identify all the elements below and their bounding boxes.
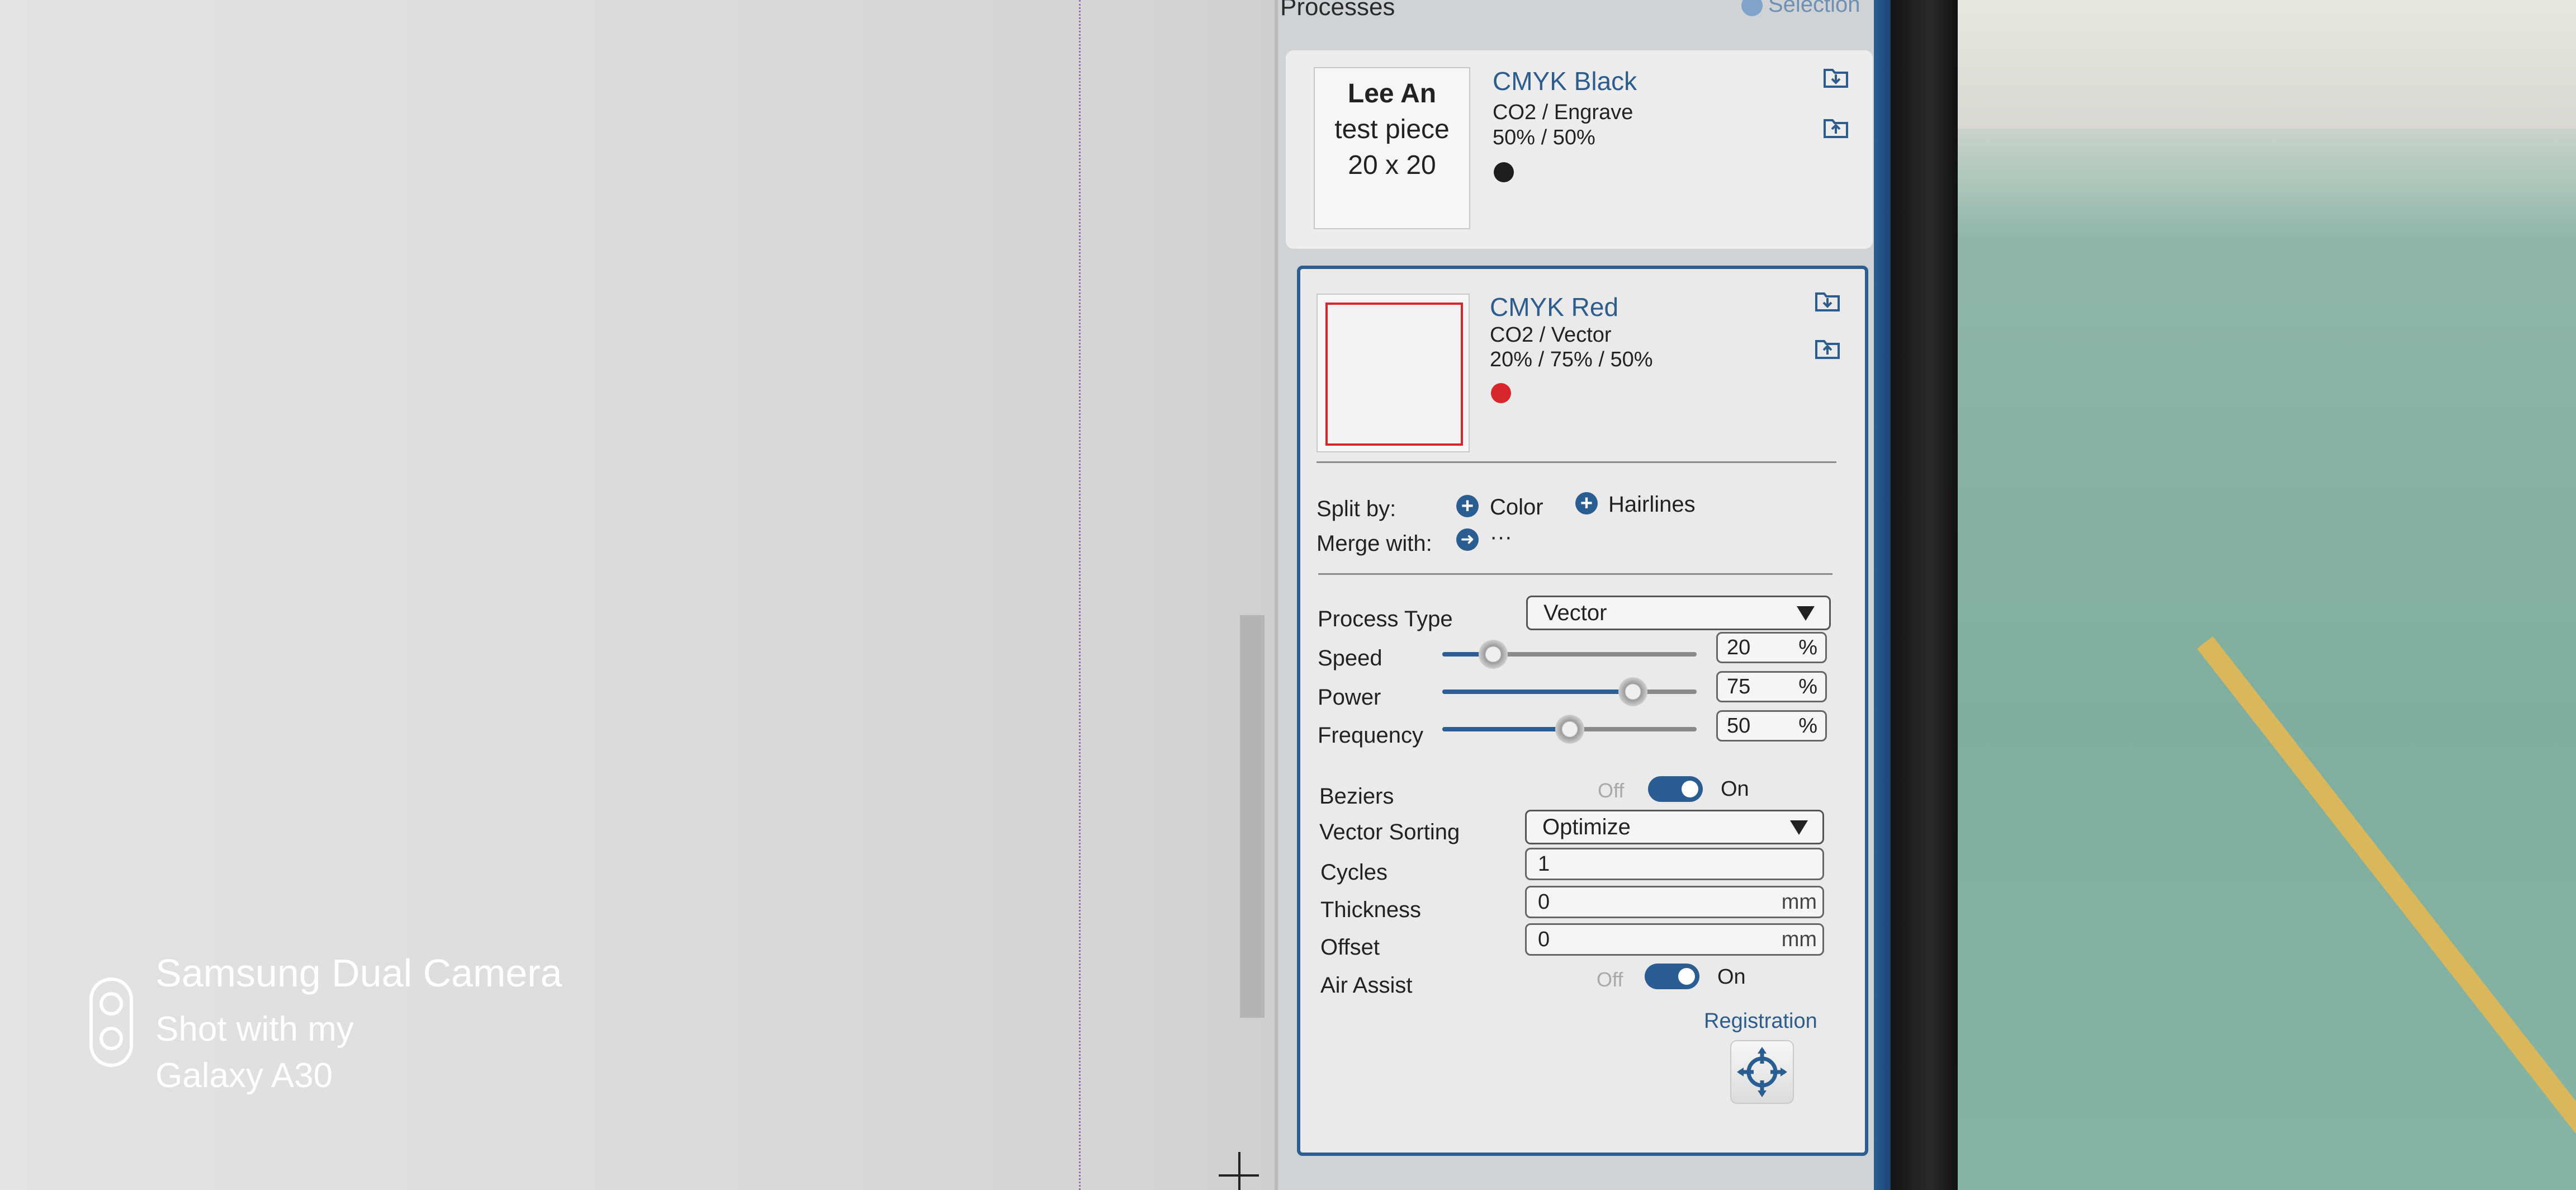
split-color-button[interactable]: Color — [1490, 495, 1543, 520]
toggle-knob — [1682, 781, 1698, 797]
process-name[interactable]: CMYK Red — [1490, 292, 1618, 322]
process-type: CO2 / Engrave — [1493, 101, 1633, 124]
percent-unit: % — [1798, 675, 1817, 698]
slider-fill — [1442, 690, 1633, 694]
power-label: Power — [1318, 685, 1381, 710]
air-assist-on-label[interactable]: On — [1717, 965, 1746, 989]
process-color-dot — [1494, 162, 1514, 182]
thickness-input[interactable]: 0 mm — [1525, 886, 1824, 918]
process-type: CO2 / Vector — [1490, 323, 1612, 347]
cycles-label: Cycles — [1320, 860, 1388, 885]
air-assist-toggle[interactable] — [1645, 964, 1699, 989]
export-process-icon[interactable] — [1822, 115, 1849, 139]
import-process-icon[interactable] — [1822, 64, 1849, 89]
selection-label: Selection — [1768, 0, 1860, 17]
frequency-input[interactable]: 50 % — [1716, 710, 1827, 742]
power-value: 75 — [1727, 675, 1751, 698]
thumbnail-red-square — [1325, 303, 1463, 446]
cursor-crosshair-icon-h — [1219, 1174, 1259, 1177]
camera-lens — [100, 1027, 123, 1050]
registration-label: Registration — [1704, 1009, 1817, 1033]
thickness-value: 0 — [1538, 890, 1550, 914]
slider-thumb[interactable] — [1479, 640, 1508, 669]
slider-fill — [1442, 727, 1570, 731]
beziers-label: Beziers — [1319, 784, 1394, 809]
watermark-line: Galaxy A30 — [155, 1056, 333, 1095]
beziers-off-label[interactable]: Off — [1598, 779, 1624, 802]
panel-title: Processes — [1280, 0, 1395, 21]
caret-down-icon — [1790, 820, 1808, 835]
vector-sorting-label: Vector Sorting — [1319, 820, 1460, 844]
panel-edge — [1874, 0, 1891, 1190]
split-by-label: Split by: — [1317, 497, 1396, 521]
merge-with-label: Merge with: — [1317, 531, 1432, 556]
thumbnail-line: 20 x 20 — [1348, 150, 1436, 180]
process-type-value: Vector — [1543, 601, 1607, 625]
cycles-input[interactable]: 1 — [1525, 848, 1824, 880]
import-process-icon[interactable] — [1814, 288, 1841, 313]
split-hairlines-button[interactable]: Hairlines — [1608, 492, 1696, 517]
power-slider[interactable] — [1442, 677, 1697, 706]
vector-sorting-select[interactable]: Optimize — [1525, 810, 1824, 844]
toggle-knob — [1678, 968, 1695, 985]
registration-button[interactable] — [1730, 1040, 1794, 1104]
process-thumbnail: Lee An test piece 20 x 20 — [1314, 67, 1470, 229]
offset-value: 0 — [1538, 928, 1550, 951]
plus-icon[interactable]: + — [1575, 492, 1598, 514]
export-process-icon[interactable] — [1814, 336, 1841, 360]
frequency-value: 50 — [1727, 714, 1751, 738]
section-divider — [1317, 461, 1836, 463]
percent-unit: % — [1798, 636, 1817, 659]
watermark-title: Samsung Dual Camera — [155, 951, 562, 995]
camera-lens — [100, 992, 123, 1016]
camera-logo-icon — [89, 978, 133, 1067]
frequency-slider[interactable] — [1442, 715, 1697, 744]
monitor-bezel — [1891, 0, 1958, 1190]
process-type-label: Process Type — [1318, 607, 1453, 631]
air-assist-label: Air Assist — [1320, 973, 1413, 998]
frequency-label: Frequency — [1318, 723, 1423, 748]
process-color-dot — [1491, 383, 1511, 403]
page-boundary-line — [1079, 0, 1081, 1190]
speed-value: 20 — [1727, 636, 1751, 659]
beziers-toggle[interactable] — [1648, 776, 1703, 802]
section-divider — [1318, 573, 1832, 575]
watermark-line: Shot with my — [155, 1010, 354, 1049]
cycles-value: 1 — [1538, 852, 1550, 876]
canvas-scrollbar[interactable] — [1240, 615, 1265, 1018]
offset-input[interactable]: 0 mm — [1525, 923, 1824, 956]
plus-icon[interactable]: + — [1456, 495, 1479, 517]
thumbnail-line: test piece — [1334, 115, 1450, 144]
process-settings: 20% / 75% / 50% — [1490, 348, 1653, 371]
speed-input[interactable]: 20 % — [1716, 632, 1827, 663]
thickness-label: Thickness — [1320, 898, 1422, 922]
thumbnail-line: Lee An — [1347, 79, 1437, 108]
slider-thumb[interactable] — [1618, 677, 1648, 706]
vector-sorting-value: Optimize — [1542, 815, 1631, 839]
caret-down-icon — [1797, 606, 1815, 621]
speed-label: Speed — [1318, 646, 1382, 670]
cursor-crosshair-icon — [1238, 1152, 1240, 1190]
beziers-on-label[interactable]: On — [1721, 777, 1749, 801]
speed-slider[interactable] — [1442, 640, 1697, 669]
percent-unit: % — [1798, 714, 1817, 738]
selection-button[interactable]: Selection — [1741, 0, 1860, 17]
process-type-select[interactable]: Vector — [1526, 596, 1831, 630]
process-settings: 50% / 50% — [1493, 126, 1595, 149]
mm-unit: mm — [1781, 928, 1817, 951]
process-name[interactable]: CMYK Black — [1493, 66, 1637, 96]
merge-with-value[interactable]: ··· — [1490, 525, 1512, 550]
room-wall — [1958, 0, 2576, 129]
process-thumbnail — [1317, 294, 1470, 452]
selection-icon — [1741, 0, 1763, 17]
air-assist-off-label[interactable]: Off — [1597, 968, 1623, 991]
offset-label: Offset — [1320, 935, 1380, 960]
mm-unit: mm — [1781, 890, 1817, 914]
arrow-right-icon[interactable]: ➜ — [1456, 528, 1479, 551]
power-input[interactable]: 75 % — [1716, 671, 1827, 702]
slider-thumb[interactable] — [1555, 715, 1584, 744]
registration-crosshair-icon — [1737, 1047, 1787, 1097]
